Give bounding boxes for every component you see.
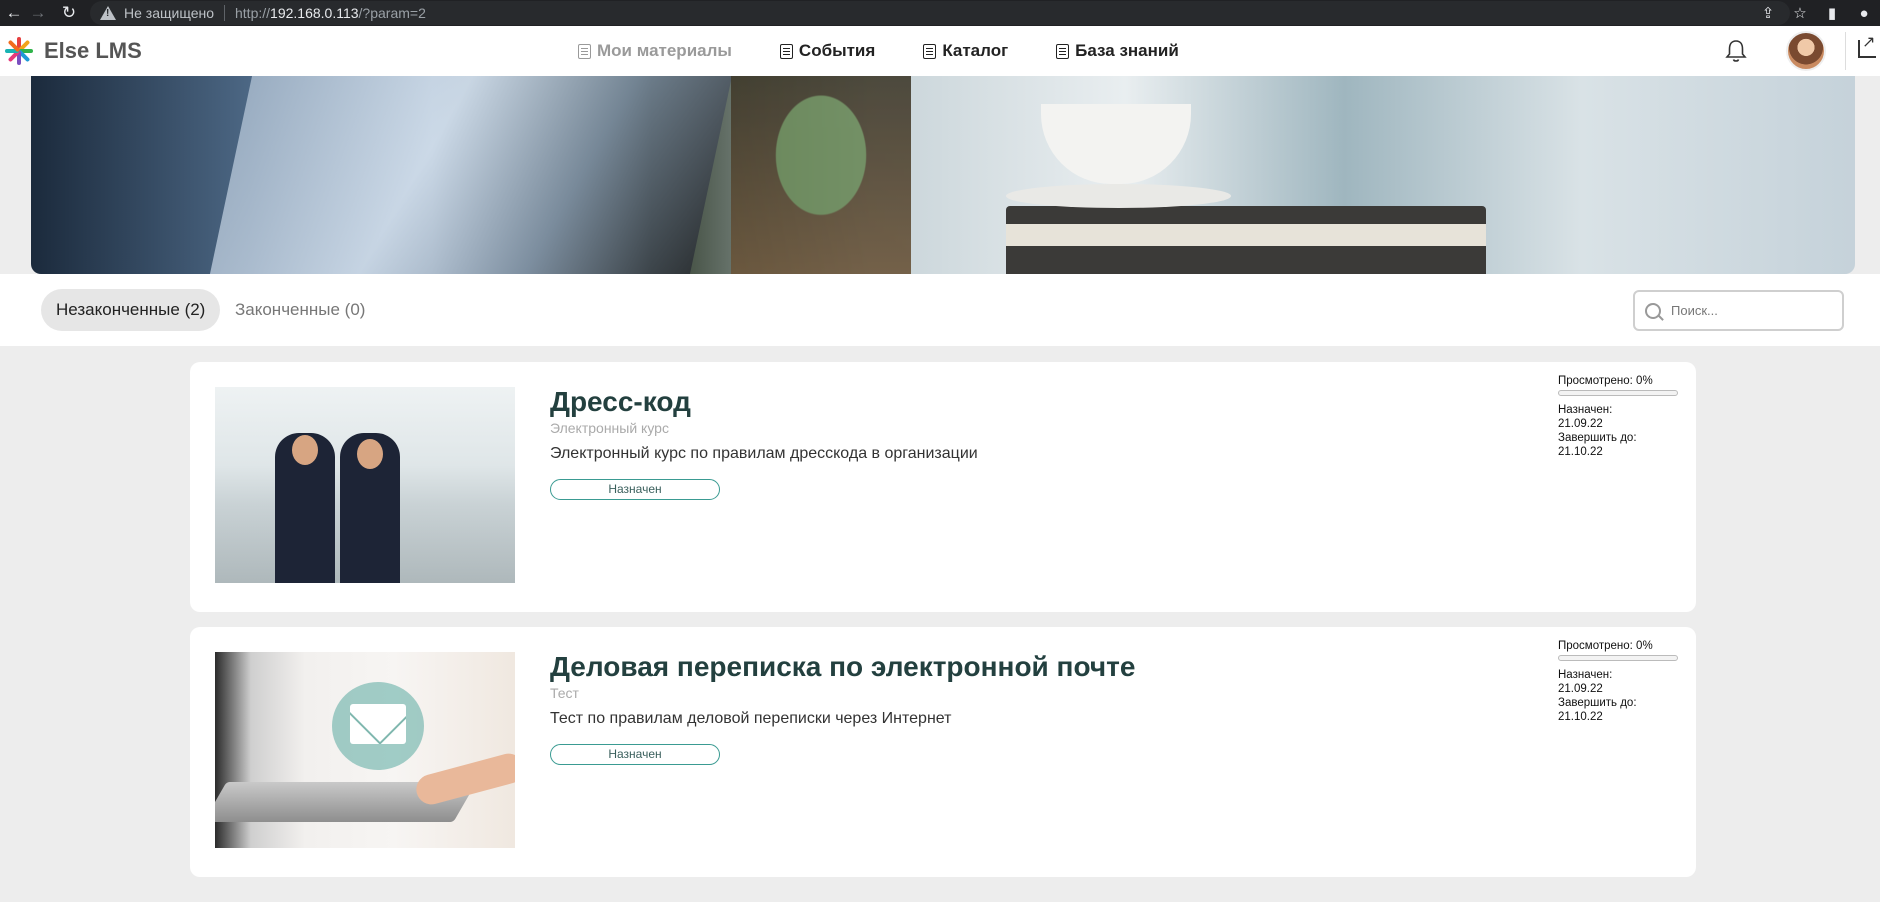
search-box[interactable] (1633, 290, 1844, 331)
insecure-label: Не защищено (124, 5, 214, 21)
due-label: Завершить до: (1558, 432, 1637, 444)
nav-events[interactable]: События (779, 41, 876, 61)
due-date: 21.10.22 (1558, 446, 1603, 458)
search-input[interactable] (1671, 303, 1831, 318)
materials-icon (578, 43, 591, 59)
course-card[interactable]: Дресс-код Электронный курс Электронный к… (190, 362, 1696, 612)
header-divider (1845, 32, 1846, 70)
course-card[interactable]: Деловая переписка по электронной почте Т… (190, 627, 1696, 877)
catalog-icon (923, 43, 937, 59)
assigned-label: Назначен: (1558, 404, 1613, 416)
status-badge: Назначен (550, 479, 720, 500)
nav-knowledge-base[interactable]: База знаний (1056, 41, 1179, 61)
assigned-date: 21.09.22 (1558, 683, 1603, 695)
nav-label: События (798, 41, 876, 60)
reload-icon[interactable]: ↻ (55, 0, 83, 26)
nav-label: Каталог (942, 41, 1009, 60)
course-type: Электронный курс (550, 420, 669, 436)
progress-bar (1558, 390, 1678, 396)
address-separator (224, 5, 225, 21)
status-badge: Назначен (550, 744, 720, 765)
assigned-label: Назначен: (1558, 669, 1613, 681)
nav-catalog[interactable]: Каталог (923, 41, 1008, 61)
calendar-icon (779, 43, 793, 59)
share-icon[interactable]: ⇪ (1752, 4, 1784, 22)
course-stats: Просмотрено: 0% Назначен: 21.09.22 Завер… (1558, 639, 1680, 724)
logo-text: Else LMS (44, 38, 142, 63)
profile-icon[interactable]: ● (1848, 5, 1880, 22)
viewed-label: Просмотрено: 0% (1558, 640, 1653, 652)
due-label: Завершить до: (1558, 697, 1637, 709)
assigned-date: 21.09.22 (1558, 418, 1603, 430)
course-thumbnail[interactable] (215, 652, 515, 848)
browser-toolbar: ← → ↻ Не защищено http://192.168.0.113/?… (0, 0, 1880, 26)
nav-label: Мои материалы (597, 41, 732, 60)
star-icon[interactable]: ☆ (1784, 4, 1816, 22)
logo-icon (2, 34, 36, 68)
due-date: 21.10.22 (1558, 711, 1603, 723)
site-header: Else LMS Мои материалы События Каталог Б… (0, 26, 1880, 76)
main-nav: Мои материалы События Каталог База знани… (578, 26, 1227, 76)
progress-bar (1558, 655, 1678, 661)
course-stats: Просмотрено: 0% Назначен: 21.09.22 Завер… (1558, 374, 1680, 459)
course-type: Тест (550, 685, 579, 701)
viewed-label: Просмотрено: 0% (1558, 375, 1653, 387)
bell-icon[interactable] (1725, 39, 1747, 63)
warning-icon (100, 6, 116, 20)
tab-unfinished[interactable]: Незаконченные (2) (41, 289, 221, 331)
book-icon (1056, 43, 1070, 59)
nav-label: База знаний (1075, 41, 1179, 60)
course-description: Тест по правилам деловой переписки через… (550, 710, 952, 727)
course-thumbnail[interactable] (215, 387, 515, 583)
forward-icon[interactable]: → (24, 0, 52, 26)
logo[interactable]: Else LMS (2, 34, 142, 68)
course-title[interactable]: Деловая переписка по электронной почте (550, 651, 1135, 683)
search-icon (1645, 302, 1661, 319)
url-text: http://192.168.0.113/?param=2 (235, 5, 426, 21)
nav-my-materials[interactable]: Мои материалы (578, 41, 732, 61)
address-bar[interactable]: Не защищено http://192.168.0.113/?param=… (90, 1, 1790, 25)
course-title[interactable]: Дресс-код (550, 386, 691, 418)
filter-bar: Незаконченные (2) Законченные (0) (0, 274, 1880, 346)
hero-banner (31, 76, 1855, 274)
tab-finished[interactable]: Законченные (0) (220, 289, 380, 331)
avatar[interactable] (1786, 31, 1826, 71)
course-description: Электронный курс по правилам дресскода в… (550, 445, 978, 462)
logout-icon[interactable] (1858, 32, 1876, 58)
sidepanel-icon[interactable]: ▮ (1816, 4, 1848, 22)
